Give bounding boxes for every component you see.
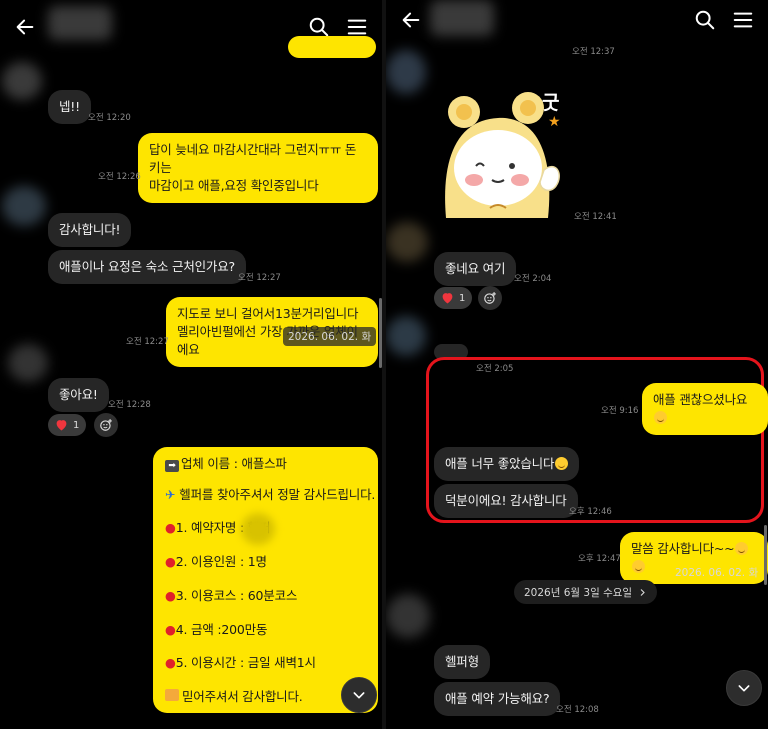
message-time: 오전 12:41 — [574, 212, 617, 222]
avatar — [2, 186, 46, 226]
back-button[interactable] — [10, 12, 40, 42]
message-bubble[interactable]: 답이 늦네요 마감시간대라 그런지ㅠㅠ 돈키는 마감이고 애플,요정 확인중입니… — [138, 133, 378, 204]
blurred-name — [241, 513, 275, 545]
search-icon — [309, 17, 329, 37]
sticker-image[interactable]: 굿 ★ — [436, 90, 576, 220]
chevron-right-icon — [640, 588, 645, 596]
add-reaction-button[interactable] — [478, 286, 502, 310]
booking-line-6: ●4. 금액 :200만동 — [165, 622, 268, 637]
bow-icon — [165, 689, 179, 701]
hamburger-menu-icon — [733, 12, 753, 28]
date-overlay: 2026. 06. 02. 화 — [283, 327, 377, 346]
add-reaction-button[interactable] — [94, 413, 118, 437]
booking-line-1: ➡ 업체 이름 : 애플스파 — [165, 457, 287, 472]
chat-panel-left: 넵!! 오전 12:20 답이 늦네요 마감시간대라 그런지ㅠㅠ 돈키는 마감이… — [0, 0, 382, 729]
message-time: 오후 12:46 — [569, 507, 612, 517]
happy-emoji-icon — [735, 542, 749, 555]
arrow-right-icon: ➡ — [165, 460, 179, 472]
booking-line-4: ●2. 이용인원 : 1명 — [165, 554, 267, 569]
search-icon — [695, 10, 715, 30]
happy-emoji-icon — [632, 560, 645, 574]
arrow-left-icon — [402, 12, 420, 28]
avatar — [386, 50, 426, 94]
message-bubble[interactable]: 애플 예약 가능해요? — [434, 682, 561, 717]
message-time: 오전 12:28 — [108, 400, 151, 410]
message-bubble[interactable]: 좋네요 여기 — [434, 252, 517, 287]
message-bubble[interactable]: 애플 너무 좋았습니다 — [434, 447, 580, 482]
chevron-down-icon — [353, 692, 365, 699]
pin-icon: ● — [165, 588, 176, 603]
pin-icon: ● — [165, 655, 176, 670]
reaction-heart[interactable]: 1 — [48, 414, 87, 436]
booking-line-5: ●3. 이용코스 : 60분코스 — [165, 588, 298, 603]
chat-panel-right: 오전 12:37 굿 ★ 오전 12:41 좋네요 여기 오전 2:04 1 오… — [386, 0, 768, 729]
message-time: 오전 12:27 — [126, 337, 169, 347]
scroll-to-bottom-button[interactable] — [726, 670, 762, 706]
booking-line-7: ●5. 이용시간 : 금일 새벽1시 — [165, 655, 316, 670]
heart-icon — [442, 293, 453, 304]
message-bubble[interactable]: 헬퍼형 — [434, 645, 490, 680]
smile-emoji-icon — [654, 411, 667, 425]
booking-info-card[interactable]: ➡ 업체 이름 : 애플스파 ✈ 헬퍼를 찾아주셔서 정말 감사드립니다. ●1. … — [153, 447, 378, 713]
avatar — [386, 222, 428, 262]
date-divider[interactable]: 2026년 6월 3일 수요일 — [514, 580, 658, 604]
date-overlay: 2026. 06. 02. 화 — [675, 567, 759, 579]
message-time: 오전 12:27 — [238, 273, 281, 283]
reaction-heart[interactable]: 1 — [434, 287, 473, 309]
message-bubble-partial[interactable] — [288, 36, 376, 58]
scrollbar[interactable] — [764, 525, 767, 585]
pin-icon: ● — [165, 622, 176, 637]
grin-emoji-icon — [555, 457, 569, 470]
star-icon: ★ — [548, 114, 561, 130]
message-time: 오전 12:26 — [98, 172, 141, 182]
message-time: 오전 2:04 — [514, 274, 552, 284]
message-bubble[interactable]: 좋아요! — [48, 378, 109, 413]
chevron-down-icon — [738, 685, 750, 692]
add-reaction-icon — [484, 292, 496, 304]
message-time: 오전 12:20 — [88, 113, 131, 123]
search-button[interactable] — [690, 5, 720, 35]
add-reaction-icon — [100, 419, 112, 431]
avatar — [386, 594, 430, 638]
blurred-contact-name — [430, 0, 494, 36]
reaction-count: 1 — [459, 292, 466, 304]
avatar — [8, 344, 48, 382]
message-time: 오전 12:37 — [572, 47, 615, 57]
message-bubble[interactable]: 애플 괜찮으셨나요 — [642, 383, 768, 436]
booking-line-2: ✈ 헬퍼를 찾아주셔서 정말 감사드립니다. — [165, 487, 376, 502]
blurred-contact-name — [48, 6, 112, 40]
sticker-text: 굿 — [542, 92, 560, 114]
arrow-left-icon — [16, 19, 34, 35]
airplane-icon: ✈ — [165, 487, 176, 502]
booking-line-8: 믿어주셔서 감사합니다. — [165, 689, 303, 704]
message-time: 오전 12:08 — [556, 705, 599, 715]
date-divider-label: 2026년 6월 3일 수요일 — [524, 586, 633, 599]
scroll-to-bottom-button[interactable] — [341, 677, 377, 713]
message-bubble[interactable]: 애플이나 요정은 숙소 근처인가요? — [48, 250, 246, 285]
message-time: 오전 9:16 — [601, 406, 639, 416]
message-bubble[interactable]: 넵!! — [48, 90, 91, 125]
avatar — [2, 62, 42, 100]
reaction-count: 1 — [73, 419, 80, 431]
message-bubble[interactable]: 감사합니다! — [48, 213, 132, 248]
message-time: 오후 12:47 — [578, 554, 621, 564]
pin-icon: ● — [165, 554, 176, 569]
message-bubble[interactable]: 덕분이에요! 감사합니다 — [434, 484, 578, 519]
menu-button[interactable] — [728, 5, 758, 35]
back-button[interactable] — [396, 5, 426, 35]
heart-icon — [56, 420, 67, 431]
hamburger-menu-icon — [347, 19, 367, 35]
avatar — [386, 316, 426, 356]
pin-icon: ● — [165, 520, 176, 535]
